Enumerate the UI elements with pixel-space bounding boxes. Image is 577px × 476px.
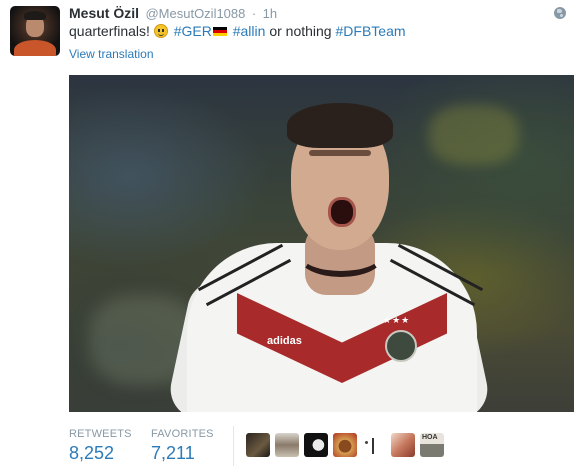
favoriter-avatar[interactable]: [362, 433, 386, 457]
avatar-hair: [24, 11, 46, 20]
favoriter-avatar[interactable]: [275, 433, 299, 457]
globe-icon: [554, 7, 566, 19]
photo-jersey-brand: adidas: [267, 335, 302, 347]
tweet-photo[interactable]: ★★★ adidas: [69, 75, 574, 412]
tweet-text: quarterfinals! #GER #allin or nothing #D…: [69, 22, 406, 40]
hashtag-dfbteam[interactable]: #DFBTeam: [336, 23, 406, 39]
tweet-header: Mesut Özil @MesutOzil1088 · 1h: [69, 5, 277, 23]
german-flag-icon: [212, 27, 227, 36]
tweet-timestamp[interactable]: 1h: [263, 6, 277, 21]
favoriter-avatar[interactable]: HOA: [420, 433, 444, 457]
photo-player-mouth: [328, 197, 356, 227]
tweet-text-part1: quarterfinals!: [69, 23, 150, 39]
favoriter-avatar[interactable]: [391, 433, 415, 457]
favoriter-avatar[interactable]: [246, 433, 270, 457]
tweet-text-part2: or nothing: [269, 23, 332, 39]
favorites-stat[interactable]: FAVORITES 7,211: [151, 428, 214, 464]
photo-jersey-badge: [385, 330, 417, 362]
photo-background-blur: [429, 105, 519, 165]
author-avatar[interactable]: [10, 6, 60, 56]
favorites-count[interactable]: 7,211: [151, 443, 214, 464]
favorites-label: FAVORITES: [151, 428, 214, 440]
favoriter-avatar[interactable]: [333, 433, 357, 457]
retweets-label: RETWEETS: [69, 428, 132, 440]
view-translation-link[interactable]: View translation: [69, 47, 154, 61]
header-separator: ·: [251, 6, 257, 21]
favoriter-avatar-text: HOA: [422, 434, 438, 441]
smiley-icon: [153, 24, 168, 38]
photo-jersey-stars: ★★★: [383, 315, 411, 325]
avatar-shirt: [14, 40, 56, 56]
author-fullname[interactable]: Mesut Özil: [69, 5, 139, 21]
photo-player-brow: [309, 150, 371, 156]
hashtag-allin[interactable]: #allin: [233, 23, 266, 39]
tweet-card: Mesut Özil @MesutOzil1088 · 1h quarterfi…: [0, 0, 577, 476]
retweets-count[interactable]: 8,252: [69, 443, 132, 464]
stats-divider: [233, 426, 234, 466]
author-username[interactable]: @MesutOzil1088: [145, 6, 245, 21]
retweets-stat[interactable]: RETWEETS 8,252: [69, 428, 132, 464]
photo-player-hair: [287, 103, 393, 148]
favoriter-avatar[interactable]: [304, 433, 328, 457]
hashtag-ger[interactable]: #GER: [174, 23, 212, 39]
